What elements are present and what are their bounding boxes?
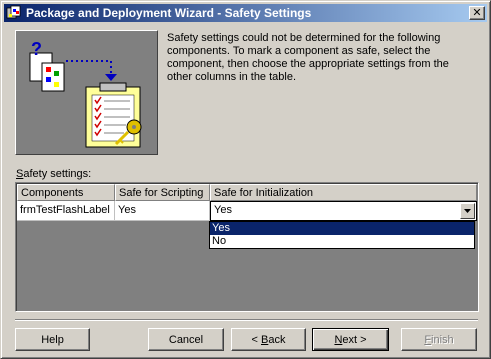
next-label: Next >	[334, 334, 366, 346]
wizard-app-icon	[6, 5, 22, 21]
header-components[interactable]: Components	[17, 184, 115, 201]
help-button[interactable]: Help	[15, 328, 90, 351]
cell-safe-for-scripting[interactable]: Yes	[115, 201, 210, 221]
svg-text:?: ?	[31, 39, 42, 59]
instruction-text: Safety settings could not be determined …	[167, 32, 449, 83]
next-rest: ext >	[342, 333, 367, 346]
close-icon: ✕	[472, 6, 482, 19]
back-rest: ack	[268, 333, 286, 346]
dropdown-arrow-icon	[464, 209, 471, 213]
close-button[interactable]: ✕	[469, 6, 485, 20]
next-button[interactable]: Next >	[312, 328, 389, 351]
grid-header: Components Safe for Scripting Safe for I…	[17, 184, 477, 201]
option-no[interactable]: No	[210, 235, 474, 248]
header-safe-for-initialization[interactable]: Safe for Initialization	[210, 184, 477, 201]
combo-value: Yes	[214, 204, 232, 216]
initialization-combo[interactable]: Yes	[210, 201, 477, 221]
cancel-label: Cancel	[168, 333, 204, 346]
wizard-window: Package and Deployment Wizard - Safety S…	[0, 0, 491, 359]
component-clipboard-illustration: ?	[15, 30, 158, 155]
cell-component[interactable]: frmTestFlashLabel	[17, 201, 115, 221]
button-separator	[15, 319, 478, 321]
finish-label: Finish	[424, 334, 453, 346]
initialization-dropdown-list[interactable]: Yes No	[209, 221, 475, 249]
table-row[interactable]: frmTestFlashLabel Yes Yes	[17, 201, 477, 221]
option-yes[interactable]: Yes	[210, 222, 474, 235]
dropdown-arrow-button[interactable]	[460, 203, 475, 219]
finish-rest: inish	[431, 333, 454, 346]
finish-button: Finish	[401, 328, 477, 351]
window-title: Package and Deployment Wizard - Safety S…	[26, 6, 312, 20]
header-safe-for-scripting[interactable]: Safe for Scripting	[115, 184, 210, 201]
help-label: Help	[41, 333, 64, 346]
cancel-button[interactable]: Cancel	[148, 328, 224, 351]
back-prefix: <	[251, 333, 261, 346]
back-button[interactable]: < Back	[231, 328, 306, 351]
safety-label-rest: afety settings:	[23, 168, 92, 180]
title-bar[interactable]: Package and Deployment Wizard - Safety S…	[4, 4, 487, 22]
safety-settings-label: Safety settings:	[16, 168, 91, 180]
back-label: < Back	[252, 334, 286, 346]
